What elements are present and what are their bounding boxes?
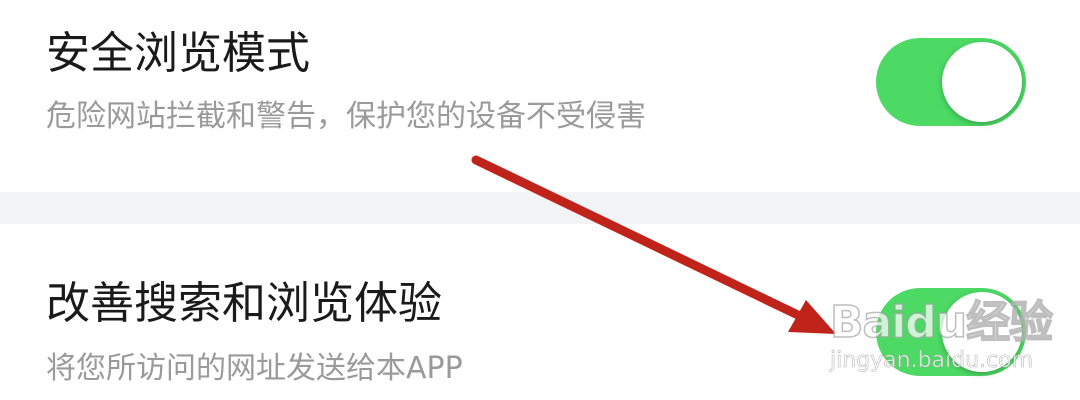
setting-title: 安全浏览模式 [46,28,310,79]
settings-screen: 安全浏览模式 危险网站拦截和警告，保护您的设备不受侵害 改善搜索和浏览体验 将您… [0,0,1080,400]
setting-description: 危险网站拦截和警告，保护您的设备不受侵害 [46,99,646,134]
toggle-knob [942,42,1022,122]
improve-experience-toggle[interactable] [876,288,1026,376]
setting-title: 改善搜索和浏览体验 [46,278,442,329]
section-divider [0,192,1080,224]
setting-description: 将您所访问的网址发送给本APP [46,351,463,386]
setting-row-safe-browsing[interactable]: 安全浏览模式 危险网站拦截和警告，保护您的设备不受侵害 [0,0,1080,192]
safe-browsing-toggle[interactable] [876,38,1026,126]
toggle-knob [942,292,1022,372]
